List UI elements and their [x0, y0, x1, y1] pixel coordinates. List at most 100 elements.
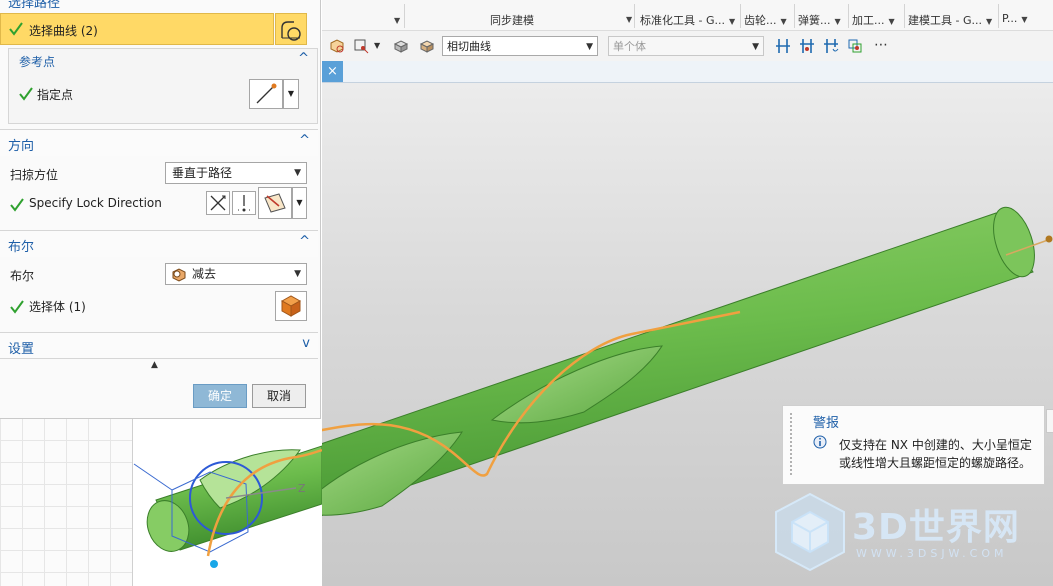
- direction-section-header[interactable]: 方向 ^: [0, 129, 318, 156]
- boolean-section-header[interactable]: 布尔 ^: [0, 230, 318, 257]
- body-select-icon[interactable]: [418, 37, 436, 55]
- check-icon: [10, 300, 24, 314]
- face-select-icon[interactable]: [392, 37, 410, 55]
- boolean-value: 减去: [192, 267, 217, 281]
- ribbon-group-label: 建模工具 - G...: [908, 14, 982, 27]
- ribbon-separator: [404, 4, 405, 28]
- part-navigator-grid: [0, 418, 133, 586]
- chain-curves-icon[interactable]: [822, 37, 840, 55]
- select-feature-icon[interactable]: [328, 37, 346, 55]
- snap-point-icon[interactable]: [352, 37, 370, 55]
- specify-point-label: 指定点: [37, 88, 74, 102]
- cancel-button[interactable]: 取消: [252, 384, 306, 408]
- point-icon: [256, 83, 277, 104]
- reverse-direction-button[interactable]: [232, 191, 256, 215]
- ribbon-group-sync-dropdown[interactable]: ▼: [622, 12, 632, 30]
- close-icon[interactable]: ×: [322, 61, 343, 82]
- info-icon: [813, 435, 827, 449]
- ribbon-separator: [848, 4, 849, 28]
- ribbon-separator: [740, 4, 741, 28]
- sweep-orient-dropdown[interactable]: 垂直于路径 ▼: [165, 162, 307, 184]
- ref-point-group: 参考点 ^ 指定点 ▼: [8, 48, 318, 124]
- svg-text:Z: Z: [298, 482, 306, 495]
- select-body-button[interactable]: [275, 291, 307, 321]
- ribbon-separator: [998, 4, 999, 28]
- chevron-down-icon: ▼: [294, 269, 301, 279]
- drag-handle-icon[interactable]: [789, 412, 793, 476]
- collapse-icon[interactable]: ^: [298, 51, 309, 66]
- ribbon-group-machining[interactable]: 加工... ▼: [852, 12, 895, 30]
- select-curve-label: 选择曲线 (2): [29, 24, 98, 38]
- boolean-dropdown[interactable]: 减去 ▼: [165, 263, 307, 285]
- ribbon-group-label: 加工...: [852, 14, 885, 27]
- ribbon-group-label: 标准化工具 - G...: [640, 14, 725, 27]
- watermark-url: WWW.3DSJW.COM: [856, 547, 1008, 560]
- document-tab-strip: ×: [322, 61, 1053, 83]
- ribbon-separator: [904, 4, 905, 28]
- point-dialog-button[interactable]: [249, 79, 283, 109]
- curve-rule-dropdown[interactable]: 相切曲线 ▼: [442, 36, 598, 56]
- chevron-down-icon: ▼: [296, 198, 303, 207]
- end-point-dot: [1045, 235, 1053, 243]
- collapse-icon[interactable]: ^: [299, 133, 310, 148]
- alert-side-tab[interactable]: [1046, 409, 1053, 433]
- ribbon-group-prev-dropdown[interactable]: ▼: [390, 13, 400, 31]
- collapse-icon[interactable]: ^: [299, 234, 310, 249]
- vector-dialog-button[interactable]: [258, 187, 292, 219]
- curve-rule-value: 相切曲线: [447, 40, 491, 53]
- sweep-dialog: 选择路径 ^ 选择曲线 (2) 参考点 ^ 指定点 ▼ 方向 ^ 扫掠方位 垂直…: [0, 0, 321, 419]
- path-section-title: 选择路径: [8, 0, 61, 11]
- ribbon-group-label: 同步建模: [490, 14, 534, 27]
- ribbon-group-gear[interactable]: 齿轮... ▼: [744, 12, 787, 30]
- more-icon[interactable]: ⋯: [874, 37, 888, 53]
- alert-message: 仅支持在 NX 中创建的、大小呈恒定或线性增大且螺距恒定的螺旋路径。: [839, 438, 1032, 470]
- body-cube-icon: [280, 295, 302, 317]
- vector-icon: [264, 193, 286, 213]
- settings-section-header[interactable]: 设置 v: [0, 332, 318, 359]
- reverse-direction-icon: [238, 195, 250, 212]
- sweep-orient-label: 扫掠方位: [10, 168, 59, 182]
- alert-panel: 警报 仅支持在 NX 中创建的、大小呈恒定或线性增大且螺距恒定的螺旋路径。: [782, 405, 1045, 485]
- stop-at-intersection-icon[interactable]: [774, 37, 792, 55]
- select-body-label: 选择体 (1): [29, 300, 86, 314]
- curve-pick-button[interactable]: [275, 13, 307, 45]
- boolean-label: 布尔: [10, 269, 35, 283]
- lock-direction-label: Specify Lock Direction: [29, 196, 162, 210]
- ribbon-separator: [794, 4, 795, 28]
- chevron-down-icon: ▼: [586, 42, 593, 52]
- body-filter-value: 单个体: [613, 40, 646, 53]
- collapse-arrow-icon[interactable]: ▲: [151, 360, 158, 370]
- cross-vector-icon: [210, 195, 226, 211]
- ribbon-group-spring[interactable]: 弹簧... ▼: [798, 12, 841, 30]
- chevron-down-icon: ▼: [752, 42, 759, 52]
- alert-title: 警报: [813, 416, 840, 431]
- selection-toolbar: ▼ 相切曲线 ▼ 单个体 ▼ ⋯: [322, 31, 1053, 62]
- vector-type-dropdown[interactable]: ▼: [292, 187, 307, 219]
- ok-button[interactable]: 确定: [193, 384, 247, 408]
- point-type-dropdown[interactable]: ▼: [283, 79, 299, 109]
- collapse-icon[interactable]: ^: [301, 0, 312, 9]
- group-select-icon[interactable]: [846, 37, 864, 55]
- model-scene-left: Z: [133, 445, 322, 568]
- ribbon-group-label: 齿轮...: [744, 14, 777, 27]
- direction-title: 方向: [8, 139, 35, 154]
- expand-icon[interactable]: v: [302, 336, 310, 351]
- ribbon: ▼ 同步建模 ▼ 标准化工具 - G... ▼ 齿轮... ▼ 弹簧... ▼ 加工.…: [322, 0, 1053, 31]
- follow-fillet-icon[interactable]: [798, 37, 816, 55]
- curve-pick-icon: [281, 21, 301, 41]
- sweep-orient-value: 垂直于路径: [172, 166, 233, 180]
- ribbon-separator: [634, 4, 635, 28]
- chevron-down-icon[interactable]: ▼: [374, 41, 380, 50]
- subtract-icon: [172, 268, 186, 282]
- ribbon-group-modeling-tools[interactable]: 建模工具 - G... ▼: [908, 12, 992, 30]
- footer-divider: [0, 358, 318, 359]
- body-filter-dropdown[interactable]: 单个体 ▼: [608, 36, 764, 56]
- ribbon-group-p[interactable]: P... ▼: [1002, 12, 1028, 30]
- ribbon-group-sync-modeling[interactable]: 同步建模: [490, 12, 534, 30]
- boolean-title: 布尔: [8, 240, 35, 255]
- inferred-vector-button[interactable]: [206, 191, 230, 215]
- ribbon-group-standard-tools[interactable]: 标准化工具 - G... ▼: [640, 12, 735, 30]
- cube-logo-icon: [775, 492, 845, 572]
- select-curve-row[interactable]: 选择曲线 (2): [0, 13, 274, 45]
- check-icon: [19, 87, 33, 101]
